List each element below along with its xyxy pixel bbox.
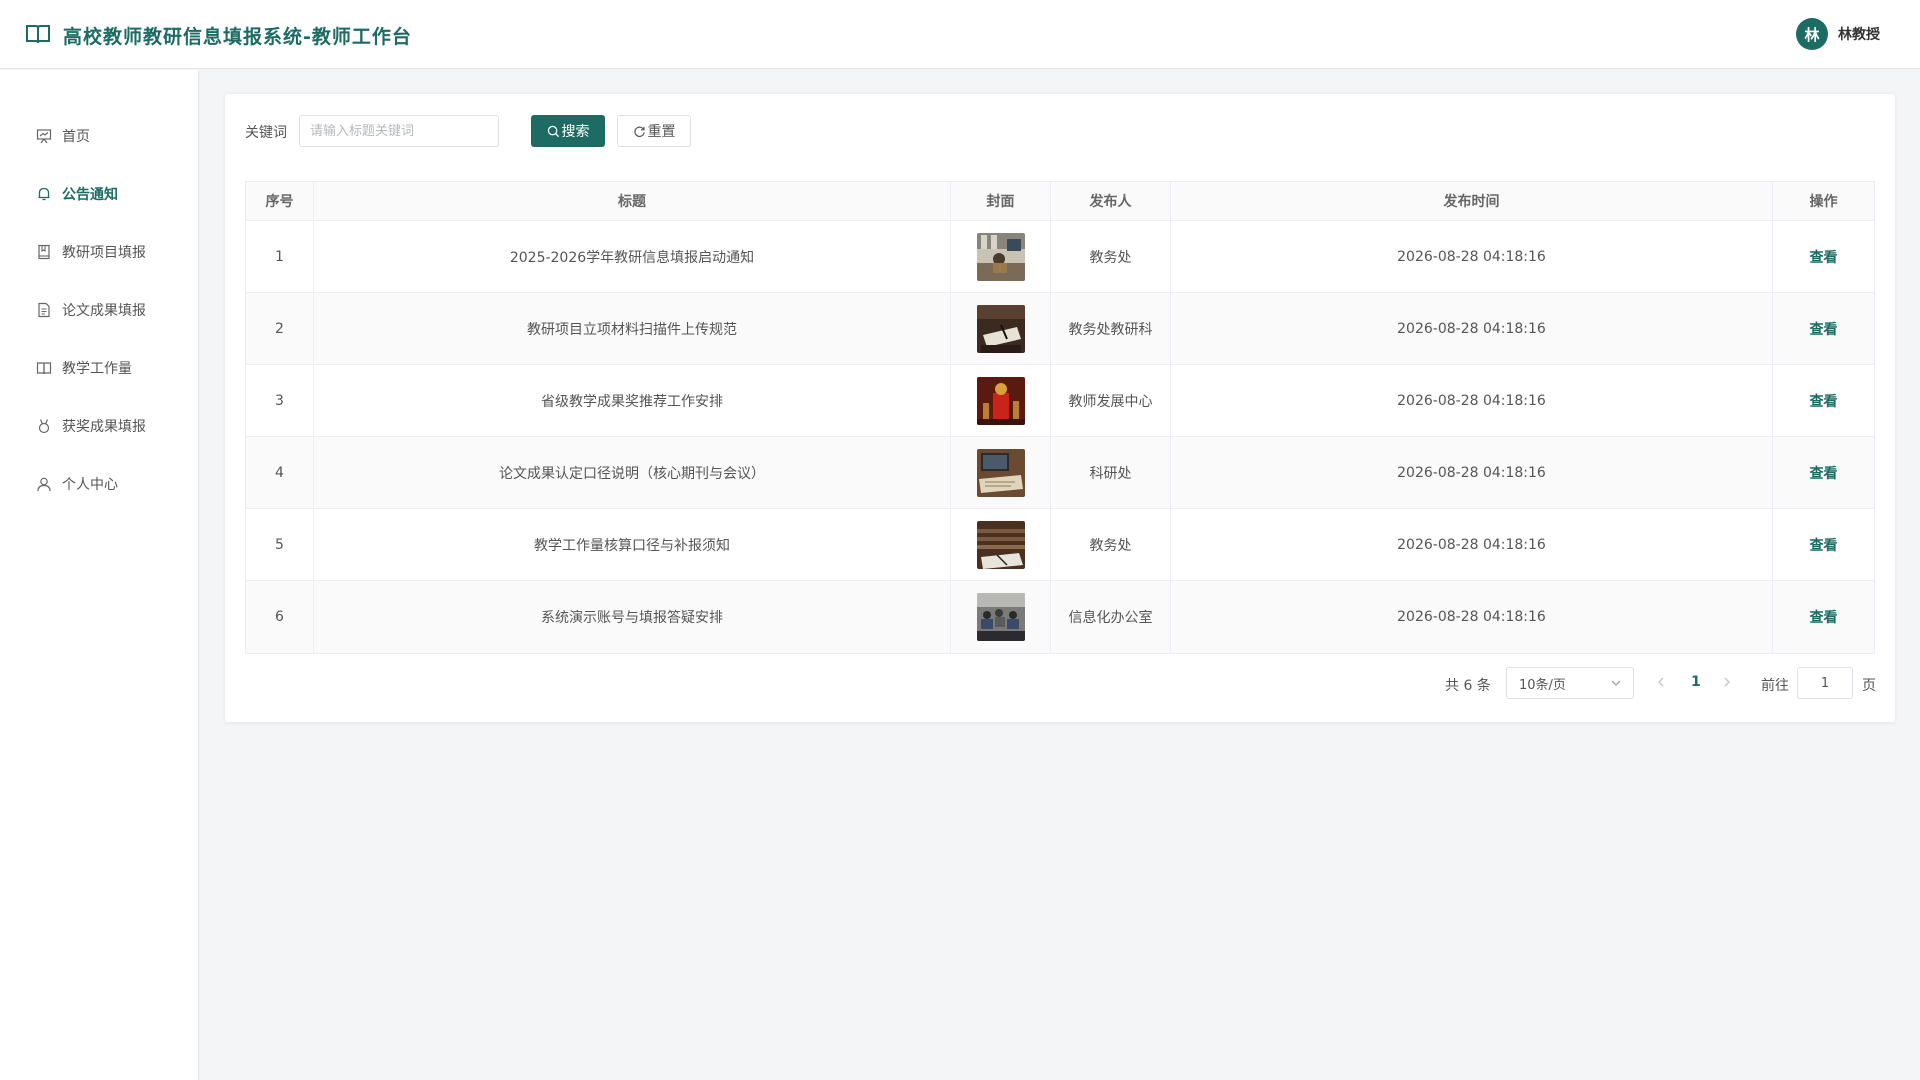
view-link[interactable]: 查看 [1810,391,1838,411]
sidebar: 首页 公告通知 教研项目填报 论文成果填报 教学工作量 获奖成果填报 个人中心 [0,70,199,1080]
view-link[interactable]: 查看 [1810,607,1838,627]
medal-icon [38,419,50,434]
row-time: 2026-08-28 04:18:16 [1171,437,1773,508]
announcement-panel: 关键词 搜索 重置 序号 标题 封面 发布人 发布时间 操作 1 2025-20… [225,94,1895,722]
document-icon [38,302,50,318]
page-unit-label: 页 [1862,678,1876,694]
row-index: 3 [246,365,314,436]
goto-label: 前往 [1761,678,1789,694]
sidebar-item-announcements[interactable]: 公告通知 [0,174,199,214]
row-title: 论文成果认定口径说明（核心期刊与会议） [314,437,951,508]
next-page-button[interactable] [1723,675,1731,691]
sidebar-item-projects[interactable]: 教研项目填报 [0,232,199,272]
row-publisher: 信息化办公室 [1051,581,1171,653]
sidebar-item-home[interactable]: 首页 [0,116,199,156]
column-header: 封面 [951,182,1051,220]
avatar[interactable]: 林 [1796,18,1828,50]
row-index: 2 [246,293,314,364]
view-link[interactable]: 查看 [1810,319,1838,339]
row-time: 2026-08-28 04:18:16 [1171,221,1773,292]
table-row: 5 教学工作量核算口径与补报须知 教务处 2026-08-28 04:18:16… [246,509,1874,581]
sidebar-item-workload[interactable]: 教学工作量 [0,348,199,388]
prev-page-button[interactable] [1657,675,1665,691]
bookmark-book-icon [38,244,50,260]
user-icon [37,477,51,492]
view-link[interactable]: 查看 [1810,535,1838,555]
sidebar-item-label: 首页 [62,129,90,145]
row-time: 2026-08-28 04:18:16 [1171,365,1773,436]
open-book-icon [36,362,52,375]
table-row: 6 系统演示账号与填报答疑安排 信息化办公室 2026-08-28 04:18:… [246,581,1874,653]
cover-image[interactable] [976,593,1025,641]
sidebar-item-label: 教学工作量 [62,361,132,377]
search-button-label: 搜索 [561,124,590,140]
sidebar-item-awards[interactable]: 获奖成果填报 [0,406,199,446]
row-index: 4 [246,437,314,508]
row-title: 系统演示账号与填报答疑安排 [314,581,951,653]
keyword-label: 关键词 [245,125,287,141]
chevron-right-icon [1724,677,1730,687]
sidebar-item-label: 获奖成果填报 [62,419,146,435]
cover-image[interactable] [976,376,1025,425]
row-title: 2025-2026学年教研信息填报启动通知 [314,221,951,292]
reset-button[interactable]: 重置 [617,115,691,147]
table-header: 序号 标题 封面 发布人 发布时间 操作 [246,182,1874,221]
sidebar-item-papers[interactable]: 论文成果填报 [0,290,199,330]
chevron-left-icon [1658,677,1664,687]
refresh-icon [633,126,645,137]
user-name[interactable]: 林教授 [1838,24,1880,44]
row-publisher: 教务处教研科 [1051,293,1171,364]
presentation-icon [36,129,52,144]
row-publisher: 教务处 [1051,221,1171,292]
column-header: 发布时间 [1171,182,1773,220]
announcement-table: 序号 标题 封面 发布人 发布时间 操作 1 2025-2026学年教研信息填报… [245,181,1875,654]
chevron-down-icon [1611,680,1621,686]
cover-image[interactable] [976,520,1025,569]
row-title: 教研项目立项材料扫描件上传规范 [314,293,951,364]
row-title: 省级教学成果奖推荐工作安排 [314,365,951,436]
page-size-select[interactable]: 10条/页 [1506,667,1634,699]
pagination-total: 共 6 条 [1445,678,1491,694]
sidebar-item-profile[interactable]: 个人中心 [0,464,199,504]
table-row: 2 教研项目立项材料扫描件上传规范 教务处教研科 2026-08-28 04:1… [246,293,1874,365]
table-row: 4 论文成果认定口径说明（核心期刊与会议） 科研处 2026-08-28 04:… [246,437,1874,509]
open-book-icon [26,25,50,44]
app-title: 高校教师教研信息填报系统-教师工作台 [63,26,412,48]
reset-button-label: 重置 [647,124,676,140]
row-time: 2026-08-28 04:18:16 [1171,581,1773,653]
cover-image[interactable] [976,448,1025,497]
table-row: 1 2025-2026学年教研信息填报启动通知 教务处 2026-08-28 0… [246,221,1874,293]
row-index: 1 [246,221,314,292]
view-link[interactable]: 查看 [1810,247,1838,267]
row-publisher: 教务处 [1051,509,1171,580]
user-menu[interactable]: 林 林教授 [1796,18,1880,50]
bell-icon [38,187,50,201]
table-row: 3 省级教学成果奖推荐工作安排 教师发展中心 2026-08-28 04:18:… [246,365,1874,437]
row-index: 6 [246,581,314,653]
sidebar-item-label: 公告通知 [62,187,118,203]
column-header: 序号 [246,182,314,220]
sidebar-item-label: 教研项目填报 [62,245,146,261]
row-index: 5 [246,509,314,580]
cover-image[interactable] [976,232,1025,281]
search-button[interactable]: 搜索 [531,115,605,147]
goto-page-input[interactable] [1797,667,1853,699]
page-number-button[interactable]: 1 [1691,674,1701,690]
column-header: 操作 [1809,194,1838,210]
column-header: 发布人 [1051,182,1171,220]
search-icon [547,125,559,137]
view-link[interactable]: 查看 [1810,463,1838,483]
row-time: 2026-08-28 04:18:16 [1171,509,1773,580]
sidebar-item-label: 论文成果填报 [62,303,146,319]
column-header: 标题 [314,182,951,220]
top-header: 高校教师教研信息填报系统-教师工作台 林 林教授 [0,0,1920,69]
cover-image[interactable] [976,304,1025,353]
sidebar-item-label: 个人中心 [62,477,118,493]
page-size-value: 10条/页 [1519,677,1566,693]
keyword-input[interactable] [299,115,499,147]
row-title: 教学工作量核算口径与补报须知 [314,509,951,580]
row-publisher: 教师发展中心 [1051,365,1171,436]
row-publisher: 科研处 [1051,437,1171,508]
row-time: 2026-08-28 04:18:16 [1171,293,1773,364]
